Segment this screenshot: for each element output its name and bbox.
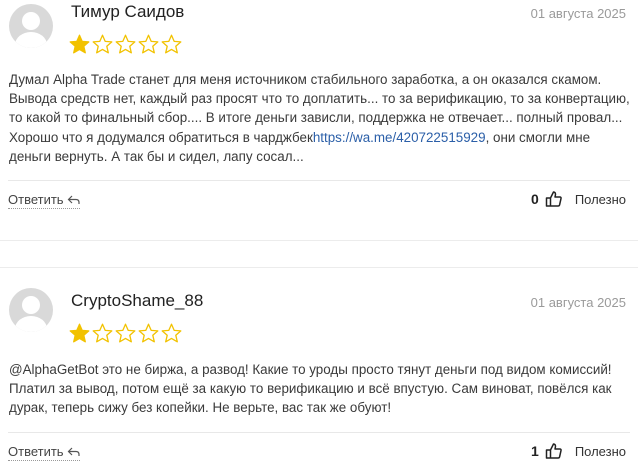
avatar-body bbox=[15, 316, 47, 332]
review-author: Тимур Саидов bbox=[71, 2, 185, 21]
review-card: Тимур Саидов 01 августа 2025 Думал Alpha… bbox=[0, 0, 638, 222]
review-text-body: @AlphaGetBot это не биржа, а развод! Как… bbox=[9, 362, 612, 416]
review-card: CryptoShame_88 01 августа 2025 @AlphaGet… bbox=[0, 284, 638, 465]
reply-label: Ответить bbox=[8, 444, 64, 459]
avatar-head bbox=[22, 12, 40, 30]
review-text: @AlphaGetBot это не биржа, а развод! Как… bbox=[9, 360, 630, 418]
avatar bbox=[9, 288, 53, 332]
star-filled-icon bbox=[69, 323, 90, 343]
star-empty-icon bbox=[92, 323, 113, 343]
star-empty-icon bbox=[138, 34, 159, 54]
star-empty-icon bbox=[92, 34, 113, 54]
review-text: Думал Alpha Trade станет для меня источн… bbox=[9, 70, 630, 166]
useful-vote: 0 Полезно bbox=[531, 190, 626, 208]
useful-label: Полезно bbox=[574, 443, 626, 459]
reply-arrow-icon bbox=[67, 195, 80, 204]
review-date: 01 августа 2025 bbox=[530, 295, 626, 310]
avatar bbox=[9, 4, 53, 48]
useful-label: Полезно bbox=[574, 191, 626, 207]
thumbs-up-icon[interactable] bbox=[545, 190, 563, 208]
like-count: 0 bbox=[531, 191, 539, 207]
divider bbox=[8, 432, 630, 433]
reply-button[interactable]: Ответить bbox=[8, 444, 80, 461]
star-filled-icon bbox=[69, 34, 90, 54]
reply-arrow-icon bbox=[67, 447, 80, 456]
review-link[interactable]: https://wa.me/420722515929 bbox=[313, 130, 486, 145]
divider bbox=[8, 180, 630, 181]
avatar-head bbox=[22, 296, 40, 314]
star-empty-icon bbox=[161, 323, 182, 343]
avatar-body bbox=[15, 32, 47, 48]
star-empty-icon bbox=[115, 323, 136, 343]
reply-button[interactable]: Ответить bbox=[8, 192, 80, 209]
star-empty-icon bbox=[115, 34, 136, 54]
useful-vote: 1 Полезно bbox=[531, 442, 626, 460]
star-empty-icon bbox=[161, 34, 182, 54]
star-rating bbox=[69, 323, 182, 345]
reply-label: Ответить bbox=[8, 192, 64, 207]
review-author: CryptoShame_88 bbox=[71, 291, 204, 310]
star-rating bbox=[69, 34, 182, 56]
review-separator bbox=[0, 240, 638, 268]
star-empty-icon bbox=[138, 323, 159, 343]
like-count: 1 bbox=[531, 443, 539, 459]
thumbs-up-icon[interactable] bbox=[545, 442, 563, 460]
review-date: 01 августа 2025 bbox=[530, 6, 626, 21]
